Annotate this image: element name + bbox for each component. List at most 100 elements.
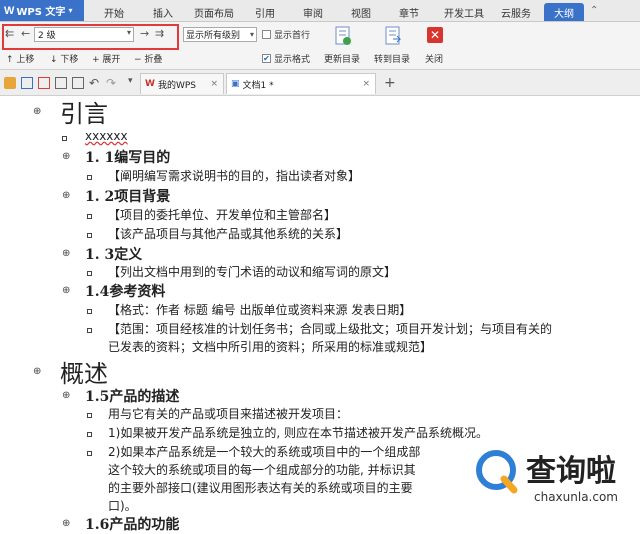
heading2-description[interactable]: 1.5产品的描述 — [85, 386, 179, 406]
promote-to-heading1-icon[interactable]: ⇇ — [5, 27, 14, 40]
tab-section[interactable]: 章节 — [392, 3, 426, 21]
outline-expand-symbol[interactable]: ⊕ — [62, 285, 70, 296]
body-background-1[interactable]: 【项目的委托单位、开发单位和主管部名】 — [108, 206, 336, 223]
heading2-references[interactable]: 1.4参考资料 — [85, 281, 165, 301]
show-format-label: 显示格式 — [274, 55, 311, 65]
heading2-definitions[interactable]: 1. 3定义 — [85, 244, 142, 264]
heading1-overview[interactable]: 概述 — [60, 354, 108, 389]
heading2-background[interactable]: 1. 2项目背景 — [85, 186, 170, 206]
outline-bullet — [87, 432, 92, 437]
undo-icon[interactable]: ↶ — [89, 76, 99, 90]
open-icon[interactable] — [4, 77, 16, 89]
outline-expand-symbol[interactable]: ⊕ — [62, 151, 70, 162]
body-description-1[interactable]: 用与它有关的产品或项目来描述被开发项目： — [108, 405, 348, 422]
body-description-2[interactable]: 1)如果被开发产品系统是独立的, 则应在本节描述被开发产品系统概况。 — [108, 424, 488, 441]
outline-expand-symbol[interactable]: ⊕ — [62, 390, 70, 401]
demote-to-body-icon[interactable]: ⇉ — [155, 27, 164, 40]
outline-bullet — [87, 309, 92, 314]
show-first-line-label: 显示首行 — [274, 31, 311, 41]
body-description-3b[interactable]: 这个较大的系统或项目的每一个组成部分的功能, 并标识其 — [108, 461, 416, 478]
tab-cloud[interactable]: 云服务 — [496, 3, 536, 21]
arrow-up-icon: ↑ — [6, 55, 14, 65]
outline-expand-symbol[interactable]: ⊕ — [33, 106, 41, 117]
body-description-3c[interactable]: 的主要外部接口(建议用图形表达有关的系统或项目的主要 — [108, 479, 413, 496]
watermark-url: chaxunla.com — [534, 490, 618, 504]
outline-bullet — [87, 328, 92, 333]
tab-my-wps[interactable]: W 我的WPS × — [140, 73, 224, 94]
tab-document1[interactable]: ▣ 文档1 * × — [226, 73, 376, 94]
body-description-3d[interactable]: 口)。 — [108, 497, 137, 514]
outline-bullet — [87, 451, 92, 456]
watermark: 查询啦 chaxunla.com — [470, 440, 640, 529]
tab-document1-label: 文档1 * — [242, 80, 274, 91]
level-value: 2 级 — [38, 31, 56, 41]
preview-icon[interactable] — [72, 77, 84, 89]
tab-review[interactable]: 审阅 — [296, 3, 330, 21]
show-first-line-checkbox[interactable] — [262, 30, 271, 39]
move-down-button[interactable]: ↓ 下移 — [50, 52, 78, 65]
body-references-format[interactable]: 【格式：作者 标题 编号 出版单位或资料来源 发表日期】 — [108, 301, 411, 318]
close-icon[interactable]: × — [210, 79, 218, 89]
collapse-label: 折叠 — [144, 55, 163, 65]
tab-developer[interactable]: 开发工具 — [438, 3, 490, 21]
show-format-checkbox[interactable]: ✔ — [262, 54, 271, 63]
chevron-down-icon: ▾ — [249, 30, 254, 39]
update-toc-icon — [335, 26, 351, 45]
demote-icon[interactable]: → — [140, 27, 149, 40]
show-level-select[interactable]: 显示所有级别 ▾ — [183, 27, 257, 42]
body-definitions[interactable]: 【列出文档中用到的专门术语的动议和缩写词的原文】 — [108, 263, 396, 280]
outline-expand-symbol[interactable]: ⊕ — [62, 518, 70, 529]
body-references-scope-2[interactable]: 已发表的资料；文档中所引用的资料；所采用的标准或规范】 — [108, 338, 432, 355]
update-toc-button[interactable]: 更新目录 — [318, 24, 368, 68]
tab-references[interactable]: 引用 — [248, 3, 282, 21]
level-select[interactable]: 2 级 ▾ — [34, 27, 134, 42]
new-tab-button[interactable]: + — [384, 75, 396, 91]
wps-logo-icon: W — [145, 79, 155, 89]
outline-bullet — [87, 233, 92, 238]
outline-expand-symbol[interactable]: ⊕ — [62, 190, 70, 201]
placeholder-text[interactable]: xxxxxx — [85, 129, 128, 143]
tab-page-layout[interactable]: 页面布局 — [186, 3, 242, 21]
tab-insert[interactable]: 插入 — [144, 3, 182, 21]
app-name: WPS 文字 — [16, 7, 66, 18]
promote-icon[interactable]: ← — [21, 27, 30, 40]
tab-home[interactable]: 开始 — [95, 3, 133, 21]
tab-outline[interactable]: 大纲 — [544, 3, 584, 21]
heading2-purpose[interactable]: 1. 1编写目的 — [85, 147, 170, 167]
update-toc-label: 更新目录 — [324, 55, 361, 65]
goto-toc-label: 转到目录 — [374, 55, 411, 65]
tab-my-wps-label: 我的WPS — [157, 80, 196, 91]
close-outline-button[interactable]: ✕ 关闭 — [420, 24, 450, 68]
body-purpose[interactable]: 【阐明编写需求说明书的目的，指出读者对象】 — [108, 167, 360, 184]
move-up-label: 上移 — [16, 55, 35, 65]
app-menu-button[interactable]: W WPS 文字 ▾ — [0, 0, 84, 21]
close-icon[interactable]: × — [362, 79, 370, 89]
outline-expand-symbol[interactable]: ⊕ — [33, 366, 41, 377]
close-label: 关闭 — [425, 55, 444, 65]
chevron-down-icon: ▾ — [126, 28, 131, 37]
print-icon[interactable] — [55, 77, 67, 89]
collapse-button[interactable]: − 折叠 — [134, 52, 162, 65]
redo-icon[interactable]: ↷ — [106, 76, 116, 90]
outline-bullet — [87, 271, 92, 276]
body-background-2[interactable]: 【该产品项目与其他产品或其他系统的关系】 — [108, 225, 348, 242]
expand-button[interactable]: + 展开 — [92, 52, 120, 65]
chaxunla-logo-icon — [476, 450, 518, 494]
expand-label: 展开 — [102, 55, 121, 65]
document-icon: ▣ — [231, 79, 240, 89]
goto-toc-button[interactable]: 转到目录 — [368, 24, 418, 68]
wps-logo-icon: W — [4, 4, 15, 17]
body-description-3a[interactable]: 2)如果本产品系统是一个较大的系统或项目中的一个组成部 — [108, 443, 420, 460]
heading1-intro[interactable]: 引言 — [60, 94, 108, 129]
tab-view[interactable]: 视图 — [344, 3, 378, 21]
heading2-functions[interactable]: 1.6产品的功能 — [85, 514, 179, 534]
save-icon[interactable] — [21, 77, 33, 89]
move-down-label: 下移 — [60, 55, 79, 65]
move-up-button[interactable]: ↑ 上移 — [6, 52, 34, 65]
customize-toolbar-icon[interactable]: ▾ — [128, 76, 133, 86]
outline-bullet — [87, 175, 92, 180]
export-pdf-icon[interactable] — [38, 77, 50, 89]
body-references-scope-1[interactable]: 【范围：项目经核准的计划任务书；合同或上级批文；项目开发计划；与项目有关的 — [108, 320, 552, 337]
minimize-ribbon-icon[interactable]: ⌃ — [590, 5, 598, 16]
outline-expand-symbol[interactable]: ⊕ — [62, 248, 70, 259]
